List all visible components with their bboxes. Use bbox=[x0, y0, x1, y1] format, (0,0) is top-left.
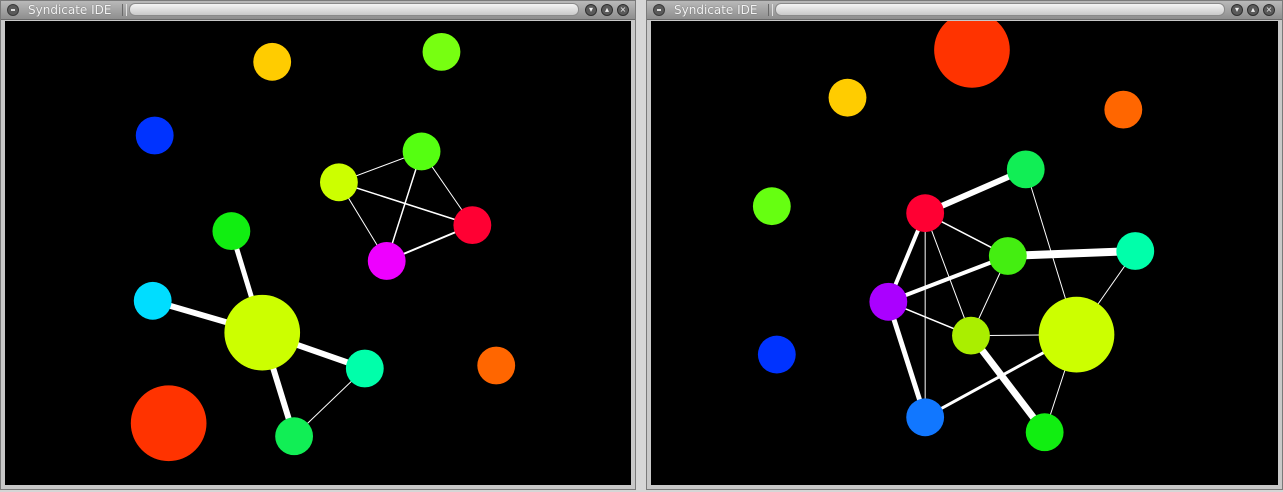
window-title: Syndicate IDE bbox=[28, 3, 112, 17]
graph-node[interactable] bbox=[752, 187, 791, 226]
graph-node[interactable] bbox=[1038, 296, 1115, 373]
graph-edge bbox=[1003, 247, 1140, 260]
graph-node[interactable] bbox=[402, 132, 441, 171]
graph-node[interactable] bbox=[934, 21, 1010, 88]
window-title: Syndicate IDE bbox=[674, 3, 758, 17]
graph-canvas[interactable] bbox=[651, 21, 1278, 485]
graph-node[interactable] bbox=[906, 194, 945, 233]
graph-node[interactable] bbox=[367, 242, 406, 280]
graph-node[interactable] bbox=[319, 163, 358, 202]
graph-node[interactable] bbox=[275, 417, 314, 456]
close-icon[interactable]: × bbox=[617, 4, 629, 16]
graph-node[interactable] bbox=[212, 212, 251, 251]
graph-canvas[interactable] bbox=[5, 21, 631, 485]
graph-node[interactable] bbox=[757, 335, 796, 374]
grip-icon bbox=[768, 4, 773, 16]
minimize-icon[interactable]: ▾ bbox=[585, 4, 597, 16]
grip-icon bbox=[122, 4, 127, 16]
graph-node[interactable] bbox=[130, 385, 207, 462]
window-menu-icon[interactable] bbox=[7, 4, 19, 16]
graph-node[interactable] bbox=[133, 281, 172, 320]
title-bar[interactable]: Syndicate IDE ▾ ▴ × bbox=[1, 1, 635, 20]
graph-node[interactable] bbox=[253, 42, 292, 81]
graph-node[interactable] bbox=[1006, 150, 1045, 189]
graph-svg bbox=[130, 32, 516, 462]
maximize-icon[interactable]: ▴ bbox=[601, 4, 613, 16]
graph-node[interactable] bbox=[952, 316, 990, 355]
graph-node[interactable] bbox=[135, 116, 174, 155]
maximize-icon[interactable]: ▴ bbox=[1247, 4, 1259, 16]
graph-node[interactable] bbox=[828, 78, 867, 117]
title-fill bbox=[129, 3, 579, 16]
window-left: Syndicate IDE ▾ ▴ × bbox=[0, 0, 636, 490]
graph-node[interactable] bbox=[988, 237, 1027, 275]
graph-node[interactable] bbox=[453, 206, 492, 245]
graph-node[interactable] bbox=[422, 32, 461, 71]
minimize-icon[interactable]: ▾ bbox=[1231, 4, 1243, 16]
graph-node[interactable] bbox=[1025, 413, 1064, 452]
window-menu-icon[interactable] bbox=[653, 4, 665, 16]
graph-svg bbox=[752, 21, 1155, 452]
close-icon[interactable]: × bbox=[1263, 4, 1275, 16]
graph-node[interactable] bbox=[1104, 90, 1143, 129]
graph-node[interactable] bbox=[224, 294, 301, 371]
title-bar[interactable]: Syndicate IDE ▾ ▴ × bbox=[647, 1, 1282, 20]
graph-node[interactable] bbox=[1116, 232, 1155, 270]
graph-node[interactable] bbox=[477, 346, 516, 385]
graph-node[interactable] bbox=[869, 282, 908, 321]
graph-node[interactable] bbox=[906, 398, 945, 437]
graph-node[interactable] bbox=[345, 349, 384, 388]
window-right: Syndicate IDE ▾ ▴ × bbox=[646, 0, 1283, 490]
title-fill bbox=[775, 3, 1225, 16]
